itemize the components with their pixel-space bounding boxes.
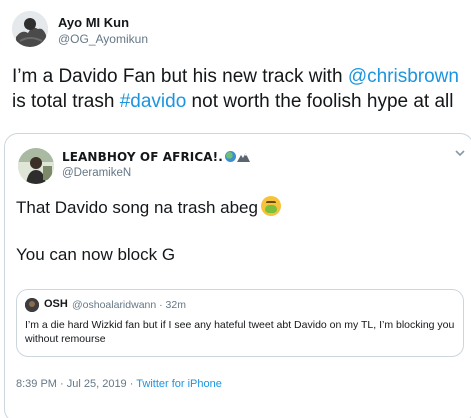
nauseated-face-emoji-icon bbox=[260, 196, 281, 216]
nested-author-avatar[interactable] bbox=[25, 298, 39, 312]
nested-quote-text: I’m a die hard Wizkid fan but if I see a… bbox=[25, 319, 455, 345]
tweet-footer: 8:39 PM · Jul 25, 2019 · Twitter for iPh… bbox=[16, 378, 222, 390]
quoted-author-handle[interactable]: @DeramikeN bbox=[62, 167, 131, 179]
nested-author-name[interactable]: OSH bbox=[44, 298, 68, 310]
chevron-down-icon[interactable] bbox=[455, 149, 465, 160]
tweet-text-part: I’m a Davido Fan but his new track with bbox=[12, 66, 348, 87]
globe-emoji-icon bbox=[224, 151, 236, 162]
quoted-tweet-line-1-text: That Davido song na trash abeg bbox=[16, 198, 258, 217]
tweet-text-part: is total trash bbox=[12, 91, 120, 112]
quoted-author-name-text: LEANBHOY OF AFRICA!. bbox=[62, 150, 223, 164]
nested-author-handle[interactable]: @oshoalaridwann · 32m bbox=[72, 299, 186, 311]
quoted-tweet-line-1: That Davido song na trash abeg bbox=[16, 196, 281, 218]
tweet-text-part: not worth the foolish hype at all bbox=[186, 91, 454, 112]
quoted-author-avatar[interactable] bbox=[18, 148, 54, 184]
quoted-author-name[interactable]: LEANBHOY OF AFRICA!. bbox=[62, 150, 250, 164]
mountain-emoji-icon bbox=[236, 151, 250, 162]
quoted-tweet-line-2: You can now block G bbox=[16, 245, 176, 264]
hashtag-link[interactable]: #davido bbox=[120, 91, 187, 112]
author-handle[interactable]: @OG_Ayomikun bbox=[58, 32, 148, 46]
timestamp-link[interactable]: 8:39 PM · Jul 25, 2019 · bbox=[16, 378, 136, 390]
author-name[interactable]: Ayo MI Kun bbox=[58, 15, 129, 30]
tweet-text: I’m a Davido Fan but his new track with … bbox=[12, 64, 462, 114]
author-avatar[interactable] bbox=[12, 11, 48, 47]
mention-link[interactable]: @chrisbrown bbox=[348, 66, 459, 87]
source-link[interactable]: Twitter for iPhone bbox=[136, 378, 222, 390]
